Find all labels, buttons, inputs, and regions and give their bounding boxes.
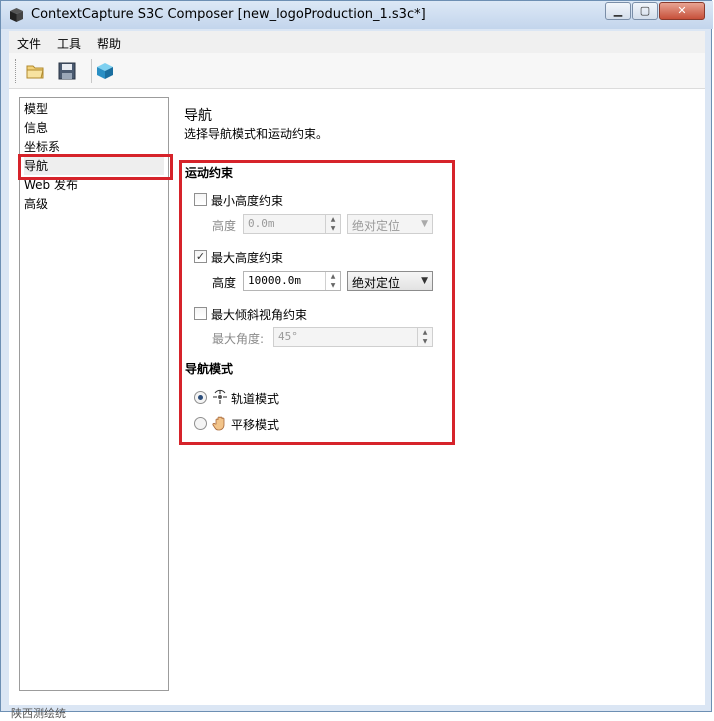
nav-item-model[interactable]: 模型 xyxy=(24,100,164,118)
nav-item-navigation[interactable]: 导航 xyxy=(24,157,164,175)
spin-arrows-icon[interactable]: ▲ ▼ xyxy=(325,272,340,290)
nav-item-info[interactable]: 信息 xyxy=(24,119,164,137)
max-height-mode-select[interactable]: 绝对定位 ▼ xyxy=(347,271,433,291)
window-title: ContextCapture S3C Composer [new_logoPro… xyxy=(31,7,426,22)
max-tilt-checkbox[interactable] xyxy=(194,307,207,320)
menu-file[interactable]: 文件 xyxy=(17,35,41,52)
menu-help[interactable]: 帮助 xyxy=(97,35,121,52)
chevron-down-icon: ▼ xyxy=(421,276,428,286)
close-button[interactable]: ✕ xyxy=(659,2,705,20)
max-height-mode-value: 绝对定位 xyxy=(352,276,401,290)
nav-item-coordinate-system[interactable]: 坐标系 xyxy=(24,138,164,156)
settings-nav-list: 模型 信息 坐标系 导航 Web 发布 高级 xyxy=(19,97,169,691)
navigation-mode-heading: 导航模式 xyxy=(185,362,234,376)
app-window: ContextCapture S3C Composer [new_logoPro… xyxy=(0,0,713,720)
title-bar[interactable]: ContextCapture S3C Composer [new_logoPro… xyxy=(1,1,713,29)
radio-selected-dot xyxy=(198,395,203,400)
toolbar-grip[interactable] xyxy=(15,59,19,83)
max-tilt-label: 最大倾斜视角约束 xyxy=(211,308,308,322)
page-title: 导航 xyxy=(184,108,212,124)
pan-mode-radio[interactable] xyxy=(194,417,207,430)
max-height-value: 10000.0m xyxy=(248,274,301,287)
spin-arrows-icon[interactable]: ▲ ▼ xyxy=(325,215,340,233)
save-icon[interactable] xyxy=(57,61,77,81)
max-height-spinbox[interactable]: 10000.0m ▲ ▼ xyxy=(243,271,341,291)
min-height-value: 0.0m xyxy=(248,217,275,230)
app-logo-icon xyxy=(10,8,23,22)
min-height-label: 最小高度约束 xyxy=(211,194,284,208)
max-height-height-label: 高度 xyxy=(212,276,237,290)
toolbar xyxy=(9,53,705,89)
max-angle-spinbox[interactable]: 45° ▲ ▼ xyxy=(273,327,433,347)
motion-constraints-heading: 运动约束 xyxy=(185,166,234,180)
menu-tools[interactable]: 工具 xyxy=(57,35,81,52)
open-folder-icon[interactable] xyxy=(25,61,45,81)
main-content: 模型 信息 坐标系 导航 Web 发布 高级 导航 选择导航模式和运动约束。 运… xyxy=(9,89,705,705)
min-height-height-label: 高度 xyxy=(212,219,237,233)
status-bar-text: 陕西测绘统 xyxy=(11,707,66,720)
page-description: 选择导航模式和运动约束。 xyxy=(184,127,329,141)
chevron-down-icon: ▼ xyxy=(421,219,428,229)
maximize-button[interactable]: ▢ xyxy=(632,2,658,20)
nav-item-advanced[interactable]: 高级 xyxy=(24,195,164,213)
max-height-label: 最大高度约束 xyxy=(211,251,284,265)
spin-arrows-icon[interactable]: ▲ ▼ xyxy=(417,328,432,346)
cube-icon[interactable] xyxy=(95,61,115,81)
min-height-checkbox[interactable] xyxy=(194,193,207,206)
min-height-spinbox[interactable]: 0.0m ▲ ▼ xyxy=(243,214,341,234)
max-height-checkbox[interactable]: ✓ xyxy=(194,250,207,263)
nav-item-web-publish[interactable]: Web 发布 xyxy=(24,176,164,194)
hand-icon xyxy=(212,416,225,431)
minimize-button[interactable]: ▁ xyxy=(605,2,631,20)
min-height-mode-value: 绝对定位 xyxy=(352,219,401,233)
menu-bar: 文件 工具 帮助 xyxy=(9,31,705,53)
max-angle-value: 45° xyxy=(278,330,298,343)
toolbar-separator xyxy=(91,59,92,83)
orbit-mode-radio[interactable] xyxy=(194,391,207,404)
orbit-mode-label[interactable]: 轨道模式 xyxy=(231,390,279,407)
pan-mode-label[interactable]: 平移模式 xyxy=(231,416,279,433)
max-angle-label: 最大角度: xyxy=(212,332,265,346)
orbit-icon xyxy=(213,389,227,404)
min-height-mode-select[interactable]: 绝对定位 ▼ xyxy=(347,214,433,234)
